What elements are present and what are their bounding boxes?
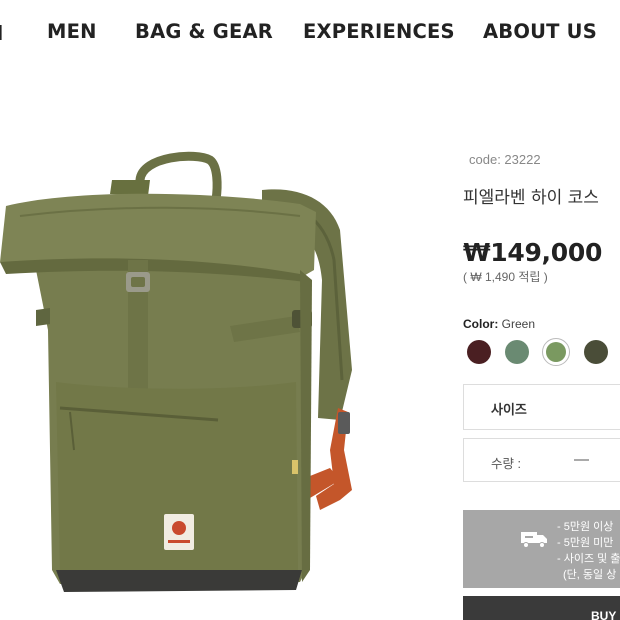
shipping-info-box: - 5만원 이상 - 5만원 미만 - 사이즈 및 출 (단, 동일 상 (463, 510, 620, 588)
shipping-line: - 5만원 이상 (557, 521, 614, 533)
shipping-line: (단, 동일 상 (563, 569, 617, 581)
buy-button[interactable]: BUY (463, 596, 620, 620)
color-value: Green (501, 317, 536, 331)
nav-item-experiences[interactable]: EXPERIENCES (303, 20, 455, 43)
color-swatch-dark-red[interactable] (467, 340, 491, 364)
quantity-label: 수량 : (491, 457, 521, 471)
size-select[interactable]: 사이즈 (463, 384, 620, 430)
product-name: 피엘라벤 하이 코스 (463, 188, 599, 208)
shipping-line: - 5만원 미만 (557, 537, 614, 549)
product-code: code: 23222 (469, 152, 541, 167)
nav-item-men[interactable]: MEN (47, 20, 97, 43)
color-swatch-green-selected[interactable] (542, 338, 570, 366)
backpack-illustration (0, 151, 352, 592)
quantity-stepper: 수량 : — (463, 438, 620, 482)
nav-item-about-us[interactable]: ABOUT US (483, 20, 597, 43)
color-label-row: Color: Green (463, 317, 535, 331)
color-swatch-sage[interactable] (505, 340, 529, 364)
nav-item-bag-gear[interactable]: BAG & GEAR (135, 20, 273, 43)
product-price: ₩149,000 (463, 238, 603, 267)
buy-button-label: BUY (591, 609, 617, 620)
color-swatch-dark-olive[interactable] (584, 340, 608, 364)
color-label: Color: (463, 317, 499, 331)
size-select-label: 사이즈 (491, 402, 527, 417)
nav-item-cutoff[interactable]: I (0, 21, 3, 45)
top-nav: I MEN BAG & GEAR EXPERIENCES ABOUT US (0, 0, 620, 64)
product-image (0, 150, 360, 600)
shipping-line: - 사이즈 및 출 (557, 553, 620, 565)
reward-points: ( ₩ 1,490 적립 ) (463, 270, 548, 284)
delivery-truck-icon (521, 532, 547, 548)
swatch-fill (546, 342, 566, 362)
quantity-minus-button[interactable]: — (574, 451, 589, 468)
